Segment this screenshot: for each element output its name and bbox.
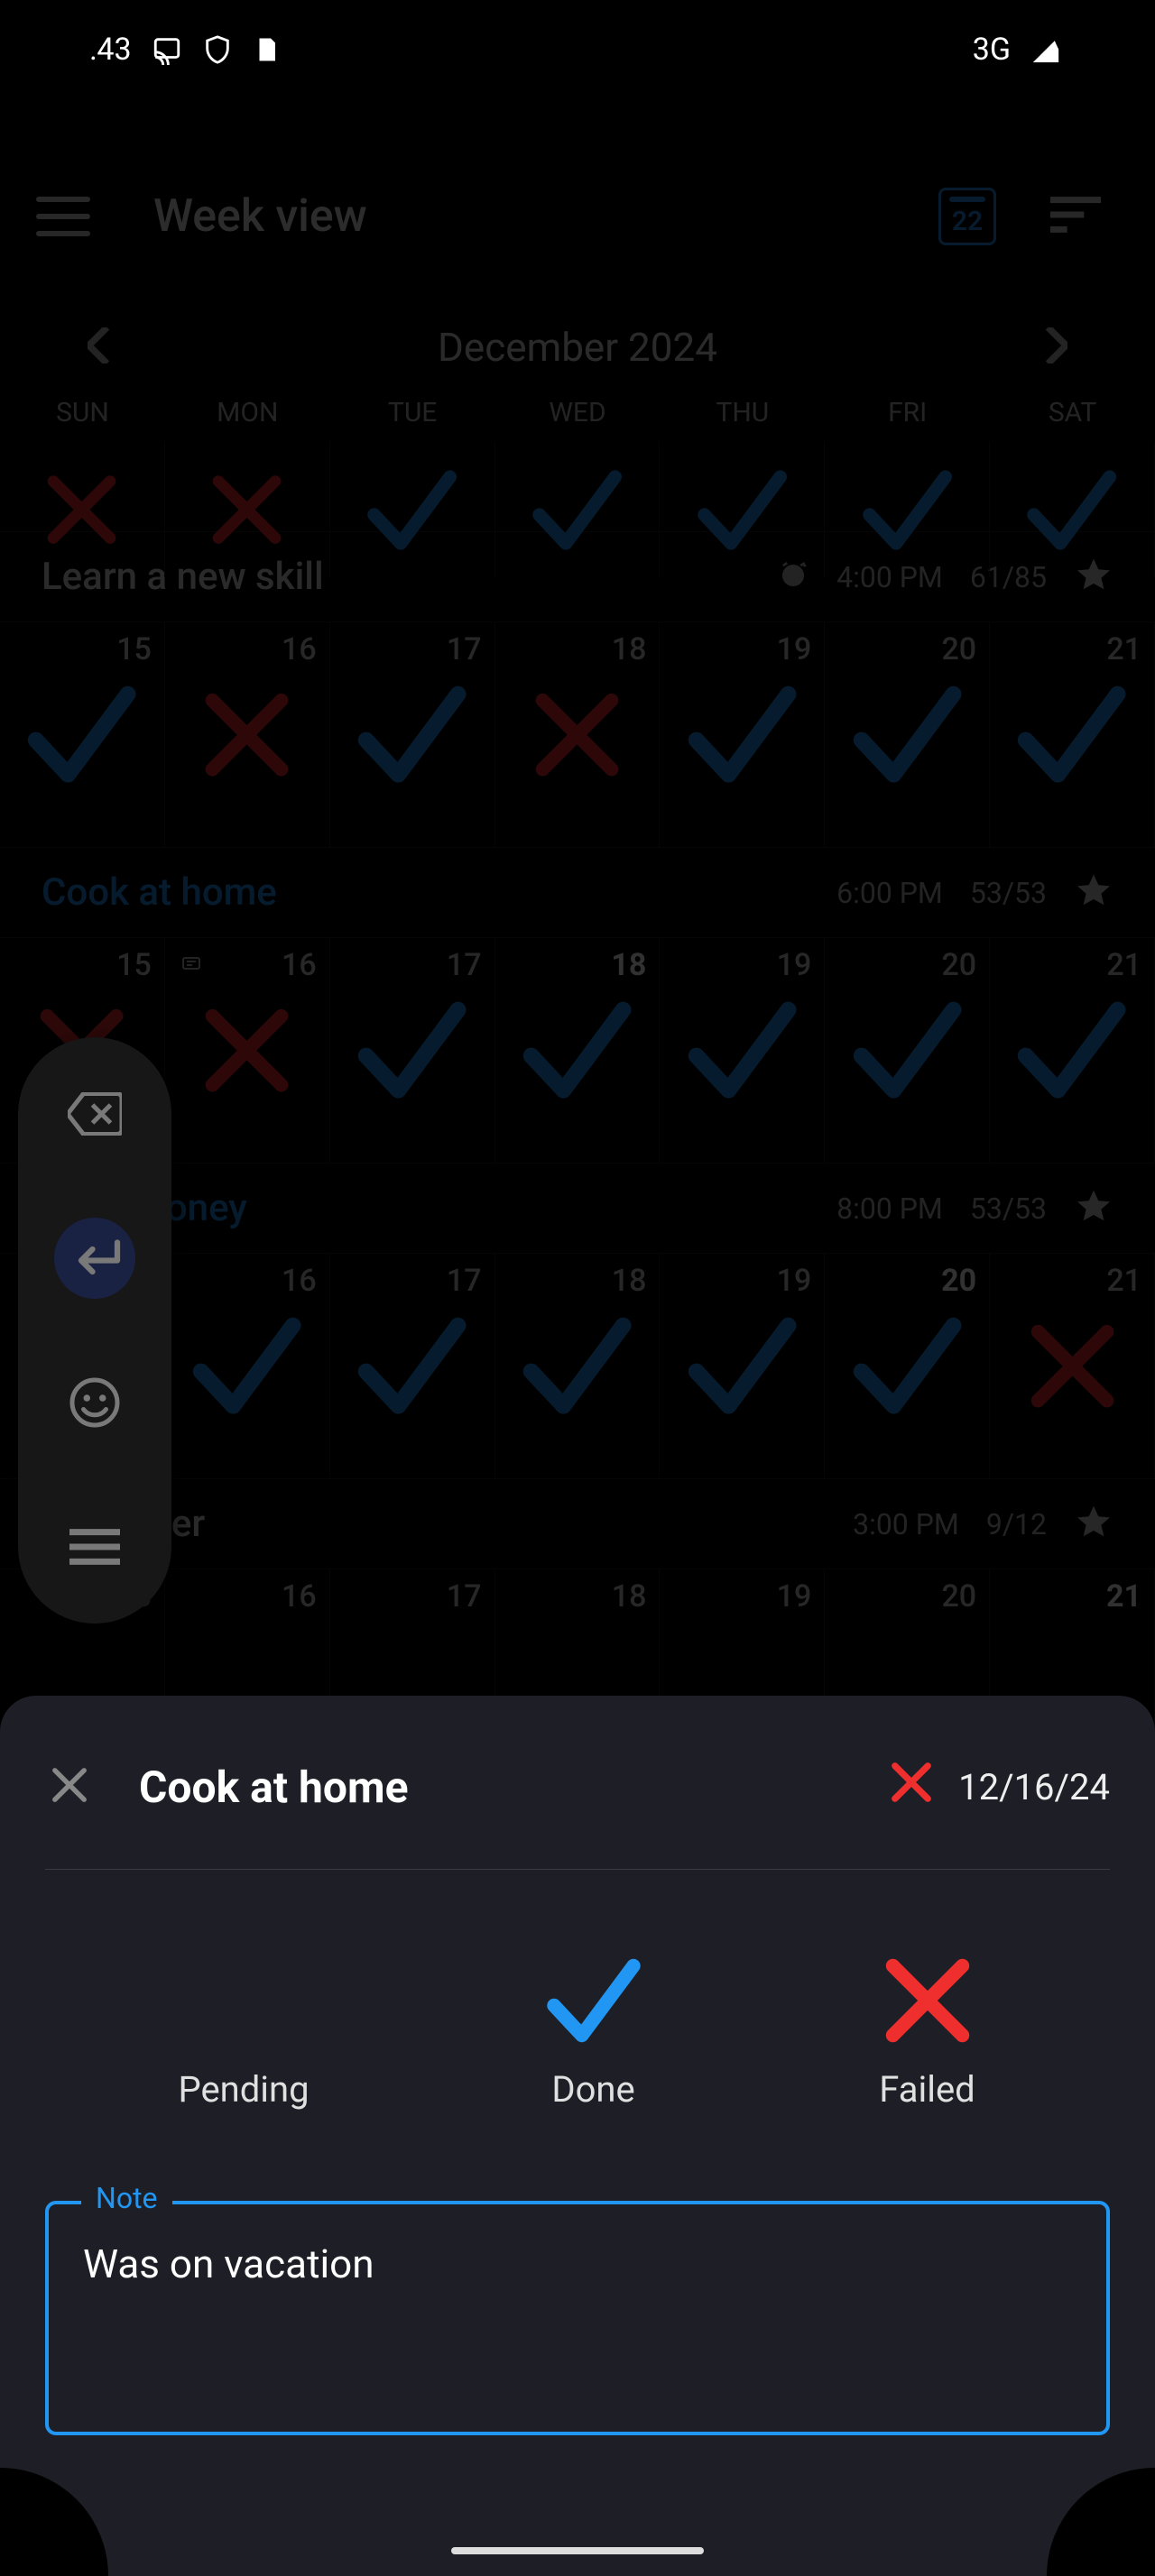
status-label: Pending	[178, 2068, 309, 2111]
check-icon	[540, 1942, 648, 2050]
network-type: 3G	[973, 32, 1011, 68]
home-indicator[interactable]	[451, 2547, 704, 2554]
edit-entry-sheet: Cook at home 12/16/24 PendingDoneFailed …	[0, 1696, 1155, 2576]
status-option-failed[interactable]: Failed	[878, 1942, 977, 2111]
sheet-date: 12/16/24	[958, 1766, 1110, 1808]
shield-icon	[202, 34, 233, 65]
current-status-icon	[888, 1759, 935, 1815]
sheet-habit-name: Cook at home	[139, 1762, 409, 1813]
note-label: Note	[81, 2181, 172, 2215]
note-input[interactable]	[45, 2201, 1110, 2435]
close-icon[interactable]	[45, 1761, 94, 1813]
sd-card-icon	[253, 34, 280, 65]
status-option-done[interactable]: Done	[540, 1942, 648, 2111]
cast-icon	[152, 34, 182, 65]
x-icon	[878, 1942, 977, 2050]
status-option-pending[interactable]: Pending	[178, 1942, 309, 2111]
status-label: Done	[551, 2068, 634, 2111]
camera-punch-hole	[534, 41, 621, 128]
status-label: Failed	[879, 2068, 975, 2111]
